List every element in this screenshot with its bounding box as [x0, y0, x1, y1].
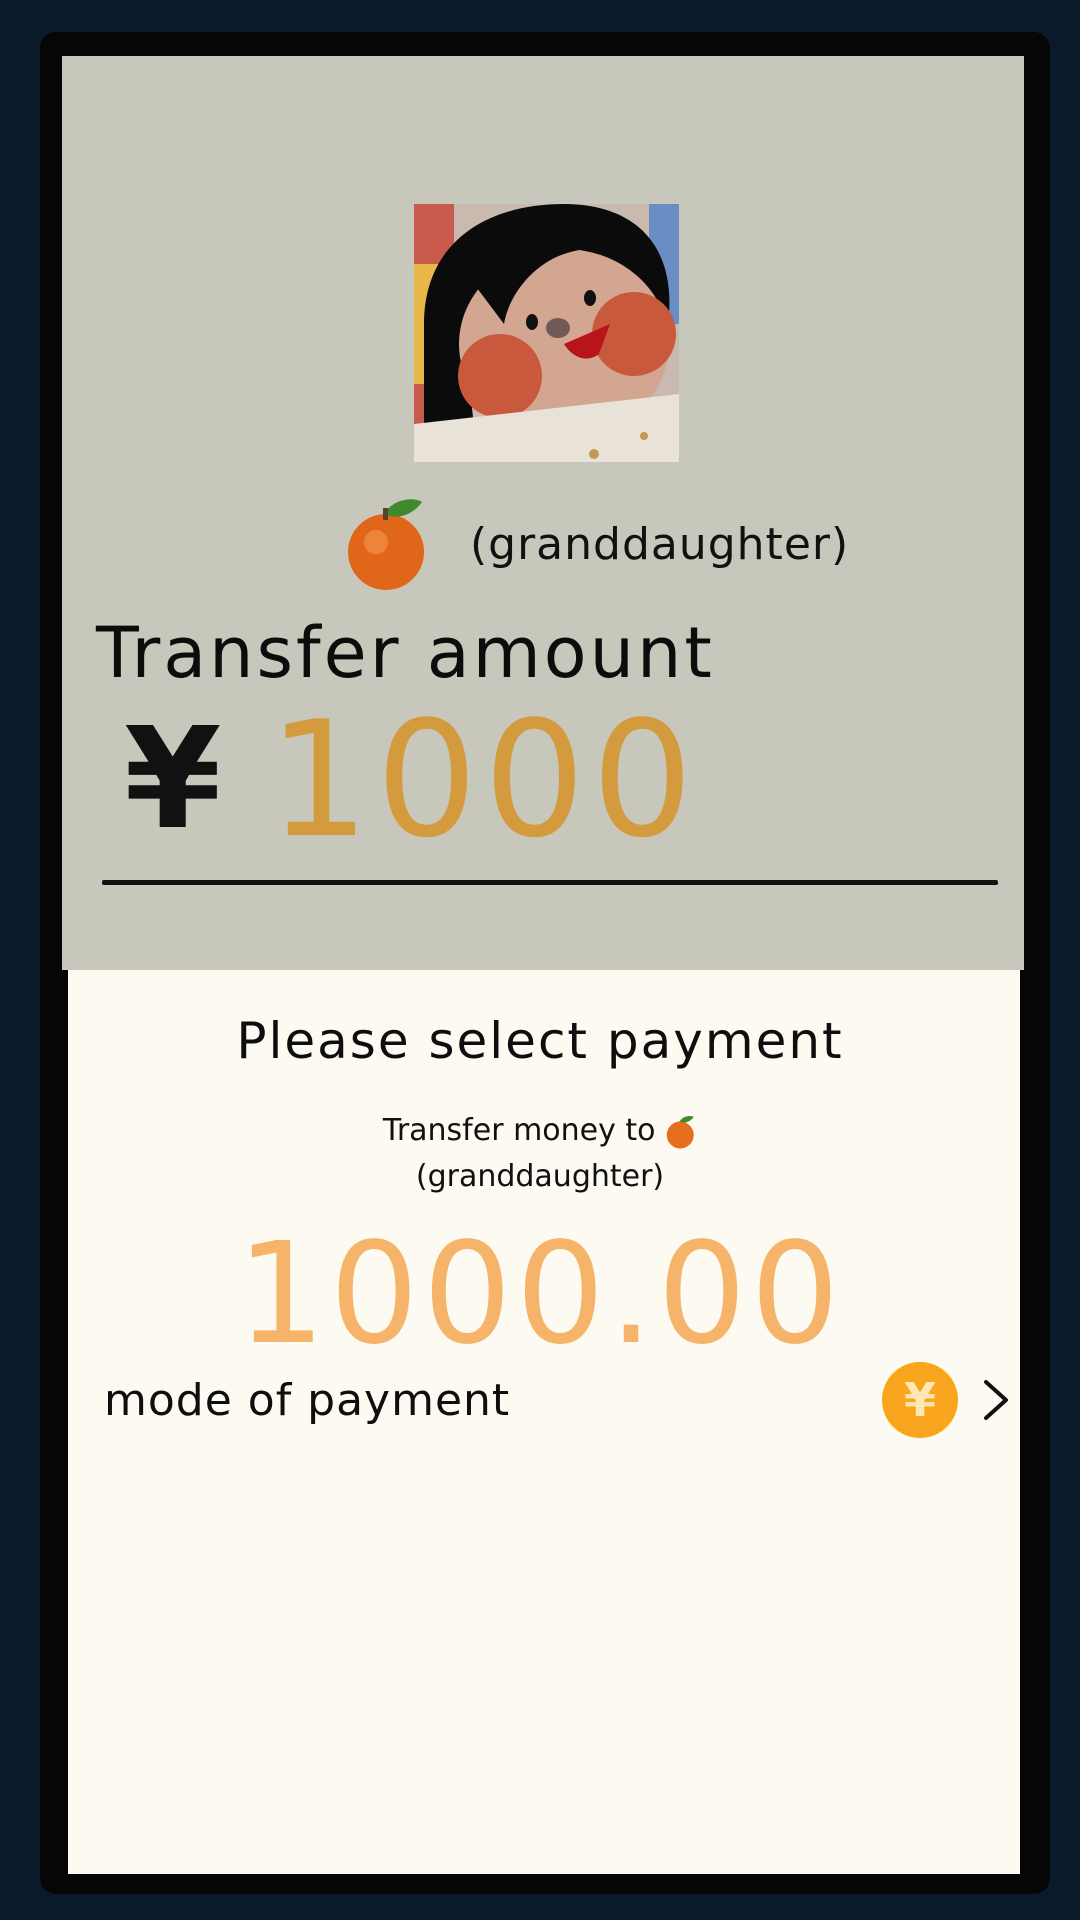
orange-icon — [666, 1115, 694, 1148]
yuan-coin-icon: ¥ — [882, 1362, 958, 1438]
payment-amount: 1000.00 — [236, 1213, 844, 1376]
recipient-row: (granddaughter) — [346, 496, 849, 592]
recipient-avatar — [414, 204, 679, 462]
payment-mode-label: mode of payment — [104, 1374, 511, 1426]
payment-sheet-subtitle: Transfer money to (granddaughter) — [340, 1108, 740, 1200]
amount-input[interactable]: 1000 — [268, 700, 699, 860]
recipient-name: (granddaughter) — [470, 518, 850, 570]
amount-row[interactable]: ¥ 1000 — [124, 700, 699, 860]
chevron-right-icon[interactable] — [980, 1376, 1012, 1424]
girl-avatar-image — [414, 204, 679, 462]
currency-symbol: ¥ — [124, 698, 222, 861]
payment-mode-selector[interactable]: ¥ — [882, 1362, 1012, 1438]
amount-underline — [102, 880, 998, 885]
subtitle-prefix: Transfer money to — [382, 1113, 656, 1148]
orange-icon — [348, 499, 424, 590]
subtitle-name: (granddaughter) — [415, 1159, 665, 1194]
payment-mode-row[interactable]: mode of payment ¥ — [104, 1360, 1012, 1440]
payment-sheet-title: Please select payment — [236, 1012, 844, 1070]
transfer-amount-label: Transfer amount — [96, 612, 715, 694]
